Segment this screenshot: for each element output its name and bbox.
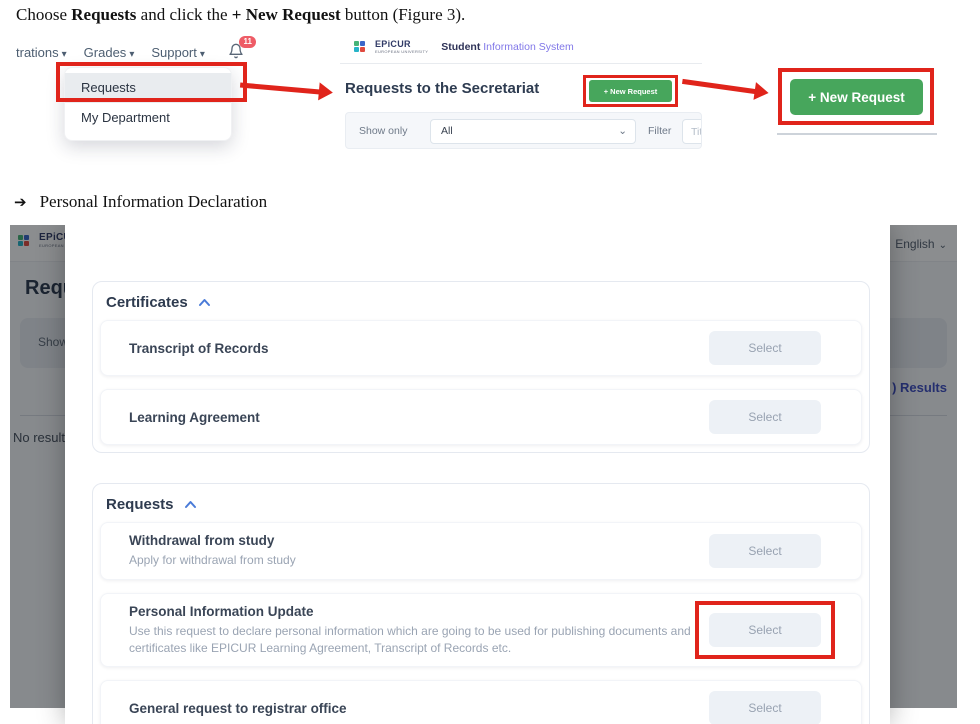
arrow-bullet-icon: ➔ <box>14 193 27 211</box>
chevron-down-icon: ▾ <box>200 49 205 60</box>
instruction-bold-new-request: + New Request <box>232 5 341 24</box>
option-title: Withdrawal from study <box>129 533 296 548</box>
divider <box>777 133 937 135</box>
divider <box>340 63 702 64</box>
option-title: Personal Information Update <box>129 604 709 619</box>
new-request-button-zoom[interactable]: + New Request <box>790 79 923 115</box>
annotation-box-select <box>695 601 835 659</box>
filter-bar: Show only All ⌄ Filter <box>345 112 702 149</box>
top-navigation: trations▾ Grades▾ Support▾ 11 <box>16 43 246 61</box>
app-screenshot: EPiCUR EUROPEAN UNIVERSITY e⌄ English⌄ R… <box>10 225 957 724</box>
bullet-line: ➔Personal Information Declaration <box>14 192 267 212</box>
requests-page-fragment: EPiCUR EUROPEAN UNIVERSITY Student Infor… <box>340 36 702 168</box>
nav-dropdown-fragment: trations▾ Grades▾ Support▾ 11 Requests M… <box>14 40 326 162</box>
select-button[interactable]: Select <box>709 534 821 568</box>
request-option-row-highlighted: Personal Information Update Use this req… <box>100 593 862 668</box>
request-option-row: Withdrawal from study Apply for withdraw… <box>100 522 862 580</box>
request-option-row: Transcript of Records Select <box>100 320 862 376</box>
option-title: Transcript of Records <box>129 341 269 356</box>
product-title: Student Information System <box>441 41 573 53</box>
option-title: Learning Agreement <box>129 410 260 425</box>
nav-item-support[interactable]: Support▾ <box>151 45 205 60</box>
app-header: EPiCUR EUROPEAN UNIVERSITY Student Infor… <box>354 40 574 54</box>
new-request-modal: Certificates Transcript of Records Selec… <box>65 225 890 724</box>
title-filter-input[interactable] <box>682 119 702 144</box>
new-request-button[interactable]: + New Request <box>589 80 672 102</box>
instruction-text: Choose Requests and click the + New Requ… <box>16 5 465 25</box>
caret-down-icon: ⌄ <box>618 120 627 143</box>
request-option-row: General request to registrar office Sele… <box>100 680 862 724</box>
document-page: Choose Requests and click the + New Requ… <box>0 0 980 724</box>
section-header[interactable]: Certificates <box>106 294 862 311</box>
select-button[interactable]: Select <box>709 691 821 724</box>
chevron-down-icon: ▾ <box>129 49 134 60</box>
instruction-bold-requests: Requests <box>71 5 136 24</box>
select-button[interactable]: Select <box>709 400 821 434</box>
annotation-box-requests <box>56 62 247 102</box>
page-title: Requests to the Secretariat <box>345 80 539 97</box>
chevron-up-icon <box>198 298 211 307</box>
show-only-select[interactable]: All ⌄ <box>430 119 636 144</box>
option-description: Apply for withdrawal from study <box>129 552 296 569</box>
chevron-up-icon <box>184 500 197 509</box>
option-description: Use this request to declare personal inf… <box>129 623 709 657</box>
section-header[interactable]: Requests <box>106 496 862 513</box>
request-option-row: Learning Agreement Select <box>100 389 862 445</box>
nav-item-registrations[interactable]: trations▾ <box>16 45 67 60</box>
section-certificates: Certificates Transcript of Records Selec… <box>92 281 870 453</box>
chevron-down-icon: ▾ <box>62 49 67 60</box>
filter-label: Filter <box>648 125 671 137</box>
show-only-label: Show only <box>359 125 407 137</box>
notification-badge: 11 <box>239 36 255 48</box>
epicur-logo-icon <box>354 41 366 53</box>
notifications-button[interactable]: 11 <box>228 43 246 61</box>
option-title: General request to registrar office <box>129 701 347 716</box>
section-title: Requests <box>106 496 174 513</box>
brand-text: EPiCUR EUROPEAN UNIVERSITY <box>375 40 428 54</box>
select-button[interactable]: Select <box>709 331 821 365</box>
section-requests: Requests Withdrawal from study Apply for… <box>92 483 870 724</box>
menu-item-my-department[interactable]: My Department <box>65 103 231 133</box>
section-title: Certificates <box>106 294 188 311</box>
nav-item-grades[interactable]: Grades▾ <box>84 45 135 60</box>
